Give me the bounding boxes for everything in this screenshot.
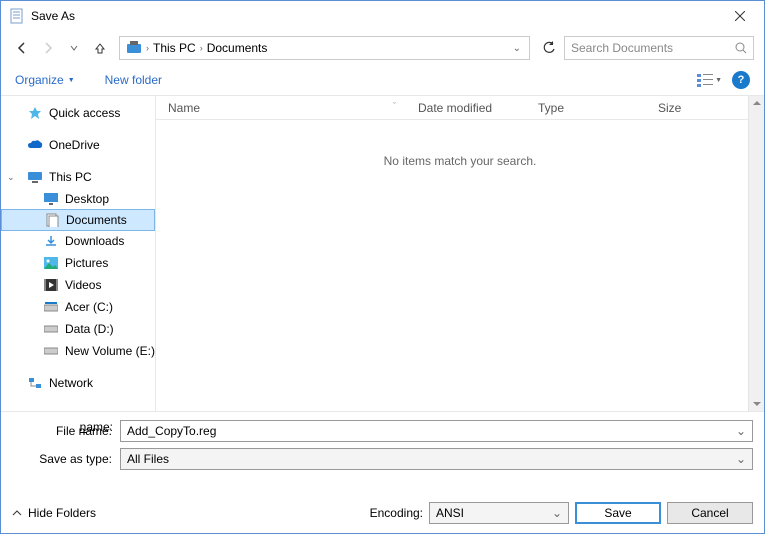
cloud-icon [27,137,43,153]
column-type[interactable]: Type [526,101,646,115]
sidebar-item-onedrive[interactable]: OneDrive [1,134,155,156]
save-type-label: Save as type: [12,452,120,466]
navigation-tree[interactable]: Quick access OneDrive ⌄This PC Desktop D… [1,96,156,411]
chevron-right-icon[interactable]: › [146,43,149,53]
empty-message: No items match your search. [156,154,764,168]
cancel-button[interactable]: Cancel [667,502,753,524]
refresh-button[interactable] [538,37,560,59]
sidebar-item-drive-e[interactable]: New Volume (E:) [1,340,155,362]
sidebar-item-desktop[interactable]: Desktop [1,188,155,210]
new-folder-button[interactable]: New folder [105,73,162,87]
sidebar-item-documents[interactable]: Documents [1,209,155,231]
forward-button[interactable] [37,37,59,59]
notepad-icon [9,8,25,24]
breadcrumb-root-icon[interactable] [124,40,144,56]
window-title: Save As [31,9,718,23]
download-icon [43,233,59,249]
documents-icon [44,212,60,228]
view-options-button[interactable]: ▼ [697,73,722,87]
sidebar-item-pictures[interactable]: Pictures [1,252,155,274]
sidebar-item-quick-access[interactable]: Quick access [1,102,155,124]
up-button[interactable] [89,37,111,59]
videos-icon [43,277,59,293]
pictures-icon [43,255,59,271]
desktop-icon [43,191,59,207]
help-button[interactable]: ? [732,71,750,89]
save-type-select[interactable]: All Files [120,448,753,470]
search-input[interactable]: Search Documents [564,36,754,60]
pc-icon [27,169,43,185]
network-icon [27,375,43,391]
organize-menu[interactable]: Organize▼ [15,73,75,87]
vertical-scrollbar[interactable] [748,96,764,411]
file-list-area[interactable]: Nameˇ Date modified Type Size No items m… [156,96,764,411]
address-dropdown[interactable]: ⌄ [509,43,525,54]
filename-input[interactable]: Add_CopyTo.reg [120,420,753,442]
drive-icon [43,299,59,315]
breadcrumb-documents[interactable]: Documents [205,41,270,55]
drive-icon [43,321,59,337]
search-icon [735,42,747,54]
chevron-up-icon [12,509,22,517]
sidebar-item-thispc[interactable]: ⌄This PC [1,166,155,188]
sidebar-item-network[interactable]: Network [1,372,155,394]
sidebar-item-drive-c[interactable]: Acer (C:) [1,296,155,318]
encoding-select[interactable]: ANSI [429,502,569,524]
recent-dropdown[interactable] [63,37,85,59]
dropdown-icon: ▼ [68,77,75,84]
close-button[interactable] [718,2,762,30]
encoding-label: Encoding: [370,506,423,520]
column-size[interactable]: Size [646,101,726,115]
column-name[interactable]: Nameˇ [156,101,406,115]
sidebar-item-drive-d[interactable]: Data (D:) [1,318,155,340]
column-date[interactable]: Date modified [406,101,526,115]
hide-folders-button[interactable]: Hide Folders [12,506,96,520]
save-button[interactable]: Save [575,502,661,524]
sidebar-item-videos[interactable]: Videos [1,274,155,296]
chevron-right-icon[interactable]: › [200,43,203,53]
filename-label: File name: [12,424,120,438]
drive-icon [43,343,59,359]
breadcrumb-thispc[interactable]: This PC [151,41,198,55]
back-button[interactable] [11,37,33,59]
collapse-icon[interactable]: ⌄ [7,172,19,183]
search-placeholder: Search Documents [571,41,673,55]
sidebar-item-downloads[interactable]: Downloads [1,230,155,252]
sort-indicator: ˇ [393,101,396,111]
address-bar[interactable]: › This PC › Documents ⌄ [119,36,530,60]
star-icon [27,105,43,121]
